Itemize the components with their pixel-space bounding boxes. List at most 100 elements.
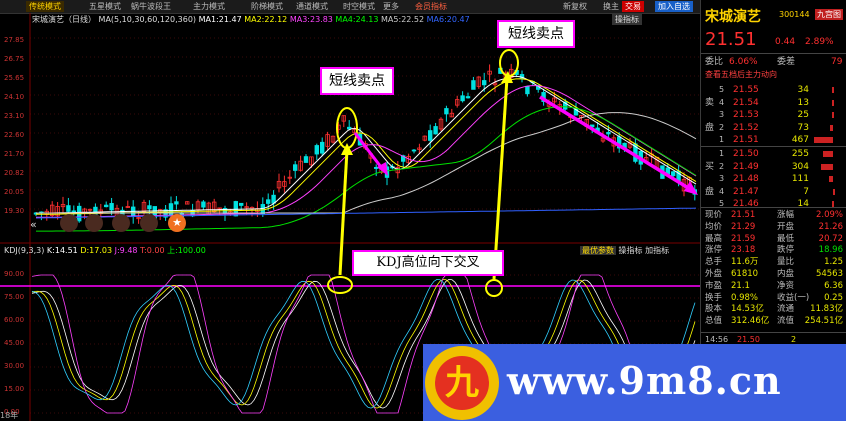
tab-more[interactable]: 更多 [380, 1, 402, 12]
ma5-value: MA5:22.52 [381, 15, 425, 24]
kdj-tick-label: 45.00 [4, 339, 25, 347]
price-change: 0.44 [775, 37, 796, 47]
buy-order-row[interactable]: 盘 4 21.47 7 [705, 186, 845, 198]
ma1-value: MA1:21.47 [198, 15, 242, 24]
trade-button[interactable]: 交易 [622, 1, 644, 12]
candle-body [481, 80, 487, 86]
tab-five-star[interactable]: 五星模式 [86, 1, 124, 12]
divider [701, 207, 846, 208]
ma-line [36, 85, 697, 218]
sell-order-row[interactable]: 1 21.51 467 [705, 134, 845, 146]
stock-label: 宋城演艺（日线） [32, 15, 96, 24]
best-params-button[interactable]: 最优参数 [580, 246, 616, 255]
watermark-text: www.9m8.cn [507, 358, 782, 403]
ma-line [36, 75, 697, 214]
candle-body [465, 96, 471, 99]
tab-traditional[interactable]: 传统模式 [26, 1, 64, 12]
sell-order-row[interactable]: 5 21.55 34 [705, 84, 845, 96]
ma4-value: MA4:24.13 [335, 15, 379, 24]
candle-body [346, 126, 352, 130]
kdj-up: 上:100.00 [167, 246, 206, 255]
tab-main-force[interactable]: 主力模式 [190, 1, 228, 12]
ma3-value: MA3:23.83 [289, 15, 333, 24]
stock-code: 300144 [779, 10, 810, 19]
tab-snail[interactable]: 蜗牛波段王 [128, 1, 174, 12]
stat-row: 现价 21.51 涨幅 2.09% [705, 210, 843, 220]
tab-vip-indicators[interactable]: 会员指标 [412, 1, 450, 12]
buy-order-row[interactable]: 1 21.50 255 [705, 148, 845, 160]
ratio-row: 委比 6.06% 委差 79 [705, 57, 843, 67]
stat-row: 市盈 21.1 净资 6.36 [705, 280, 843, 291]
y-tick-label: 21.70 [4, 150, 25, 158]
user-icon[interactable] [85, 214, 103, 232]
stat-row: 换手 0.98% 收益(一) 0.25 [705, 292, 843, 303]
candle-body [460, 95, 465, 102]
watermark-logo: 九 [425, 346, 499, 420]
bell-icon[interactable] [140, 214, 158, 232]
sell-order-row[interactable]: 盘 2 21.52 73 [705, 122, 845, 134]
candle-body [201, 201, 206, 208]
kdj-k: K:14.51 [46, 246, 78, 255]
divider [701, 146, 846, 147]
candle-body [606, 132, 611, 135]
mic-icon[interactable] [60, 214, 78, 232]
star-icon[interactable]: ★ [168, 214, 186, 232]
add-watchlist-button[interactable]: 加入自选 [655, 1, 693, 12]
stat-row: 最高 21.59 最低 20.72 [705, 233, 843, 244]
add-indicator-button[interactable]: 加指标 [645, 246, 669, 255]
candle-body [427, 130, 433, 141]
tab-channel[interactable]: 通道模式 [293, 1, 331, 12]
year-label: 18年 [0, 411, 19, 420]
kdj-marker-2 [485, 279, 503, 297]
quick-tools: ★ [60, 214, 186, 234]
divider [701, 53, 846, 54]
candle-body [444, 108, 449, 115]
current-price: 21.51 [705, 29, 757, 50]
kdj-tick-label: 90.00 [4, 270, 25, 278]
switch-main-button[interactable]: 换主 [600, 1, 622, 12]
restore-rights-button[interactable]: 新复权 [560, 1, 590, 12]
candle-body [471, 80, 476, 90]
shield-icon[interactable] [112, 214, 130, 232]
divider [701, 332, 846, 333]
kdj-ops-button[interactable]: 操指标 [619, 246, 643, 255]
candle-body [303, 156, 309, 163]
stock-name: 宋城演艺 [705, 9, 761, 25]
sell-order-row[interactable]: 卖 4 21.54 13 [705, 97, 845, 109]
y-tick-label: 20.05 [4, 188, 25, 196]
stats-table: 现价 21.51 涨幅 2.09% 均价 21.29 开盘 21.26 最高 21.59 最低 20.… [701, 209, 846, 327]
buy-orders: 1 21.50 255 买 2 21.49 304 3 21.48 111 盘 4 21.47 7 5 21.… [701, 148, 846, 212]
candle-body [66, 205, 71, 212]
kdj-tick-label: 30.00 [4, 362, 25, 370]
left-arrows-icon[interactable]: « [30, 218, 37, 231]
stat-row: 总手 11.6万 量比 1.25 [705, 257, 843, 268]
stat-row: 外盘 61810 内盘 54563 [705, 269, 843, 279]
connector-arrow-2 [492, 77, 509, 280]
y-tick-label: 19.30 [4, 207, 25, 215]
buy-order-row[interactable]: 买 2 21.49 304 [705, 161, 845, 173]
candle-body [314, 145, 319, 155]
kdj-buttons: 最优参数 操指标 加指标 [580, 245, 669, 256]
indicator-ops-button[interactable]: 操指标 [612, 14, 642, 25]
stat-row: 均价 21.29 开盘 21.26 [705, 221, 843, 232]
y-tick-label: 26.75 [4, 55, 25, 63]
kdj-title: KDJ(9,3,3) [4, 246, 45, 255]
sell-point-callout-1: 短线卖点 [320, 67, 394, 95]
tab-spacetime[interactable]: 时空模式 [340, 1, 378, 12]
candle-body [411, 149, 417, 152]
candle-body [525, 85, 530, 95]
candle-body [238, 202, 244, 206]
kdj-marker-1 [327, 276, 353, 294]
stat-row: 涨停 23.18 跌停 18.96 [705, 245, 843, 256]
buy-order-row[interactable]: 3 21.48 111 [705, 173, 845, 185]
tab-ladder[interactable]: 阶梯模式 [248, 1, 286, 12]
main-force-link[interactable]: 查看五档后主力动向 [705, 69, 845, 81]
sell-order-row[interactable]: 3 21.53 25 [705, 109, 845, 121]
stat-row: 总值 312.46亿 流值 254.51亿 [705, 316, 843, 327]
nine-grid-badge[interactable]: 九宫图 [815, 9, 843, 20]
kdj-cross-callout: KDJ高位向下交叉 [352, 250, 504, 276]
kdj-header: KDJ(9,3,3) K:14.51 D:17.03 J:9.48 T:0.00… [4, 245, 206, 256]
y-tick-label: 27.85 [4, 36, 25, 44]
price-change-pct: 2.89% [805, 37, 834, 47]
candle-body [671, 171, 676, 177]
